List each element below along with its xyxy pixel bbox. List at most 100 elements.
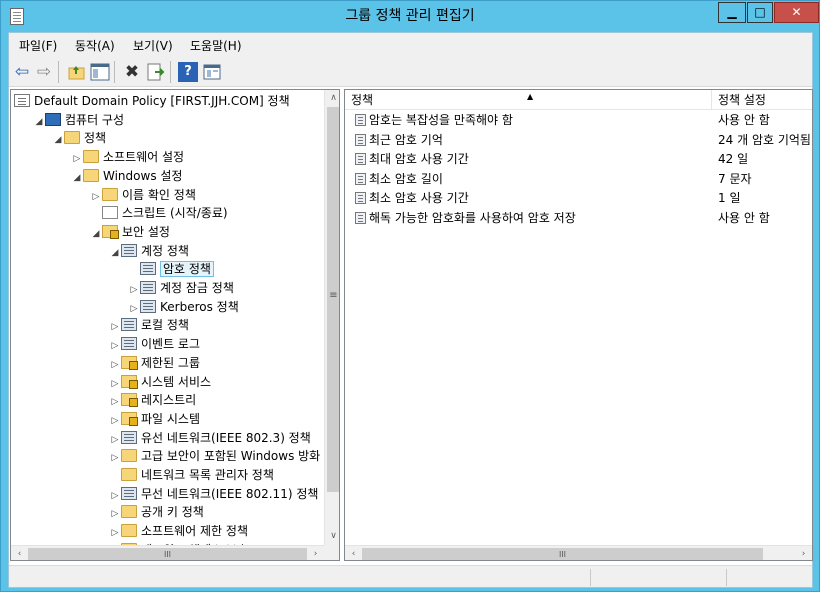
tree-node[interactable]: ▷ 유선 네트워크(IEEE 802.3) 정책: [109, 429, 311, 447]
list-horizontal-scroll-thumb[interactable]: III: [362, 548, 763, 560]
list-row[interactable]: 최근 암호 기억 24 개 암호 기억됨: [345, 131, 812, 150]
help-icon[interactable]: ?: [178, 62, 198, 82]
tree-node-label[interactable]: 컴퓨터 구성: [65, 113, 124, 127]
expand-arrow-icon[interactable]: ▷: [71, 150, 83, 168]
scroll-up-button[interactable]: ∧: [325, 90, 339, 107]
forward-arrow-icon[interactable]: ⇨: [34, 62, 54, 82]
scroll-left-button[interactable]: ‹: [11, 546, 28, 560]
column-header-setting[interactable]: 정책 설정: [712, 90, 812, 110]
expand-arrow-icon[interactable]: ▷: [109, 505, 121, 523]
tree-node-label[interactable]: 이름 확인 정책: [122, 188, 196, 202]
tree-node-label[interactable]: 계정 잠금 정책: [160, 281, 234, 295]
menu-file[interactable]: 파일(F): [19, 37, 57, 54]
collapse-arrow-icon[interactable]: ◢: [33, 113, 45, 131]
collapse-arrow-icon[interactable]: ◢: [109, 244, 121, 262]
expand-arrow-icon[interactable]: ▷: [109, 524, 121, 542]
list-row[interactable]: 암호는 복잡성을 만족해야 함 사용 안 함: [345, 111, 812, 130]
tree-node[interactable]: ▷ 소프트웨어 제한 정책: [109, 522, 248, 540]
tree-node[interactable]: ▷ Kerberos 정책: [128, 298, 239, 316]
expand-arrow-icon[interactable]: ▷: [109, 412, 121, 430]
tree-vertical-scrollbar[interactable]: ∧ ≡ ∨: [324, 90, 339, 545]
tree-node[interactable]: ▷ 로컬 정책: [109, 316, 189, 334]
list-row[interactable]: 최소 암호 길이 7 문자: [345, 170, 812, 189]
up-folder-icon[interactable]: [67, 62, 87, 82]
tree-node-label[interactable]: 소프트웨어 설정: [103, 150, 184, 164]
tree-node[interactable]: ◢ 계정 정책: [109, 242, 189, 260]
tree-node-label[interactable]: 소프트웨어 제한 정책: [141, 524, 248, 538]
tree-node-label[interactable]: 유선 네트워크(IEEE 802.3) 정책: [141, 431, 311, 445]
export-list-icon[interactable]: [146, 62, 166, 82]
title-bar[interactable]: 그룹 정책 관리 편집기 ▁ □ ✕: [1, 1, 819, 32]
minimize-button[interactable]: ▁: [718, 2, 746, 23]
tree-horizontal-scroll-thumb[interactable]: III: [28, 548, 307, 560]
back-arrow-icon[interactable]: ⇦: [12, 62, 32, 82]
expand-arrow-icon[interactable]: ▷: [109, 375, 121, 393]
menu-view[interactable]: 보기(V): [133, 37, 173, 54]
menu-help[interactable]: 도움말(H): [190, 37, 242, 54]
tree-node-label[interactable]: 레지스트리: [141, 393, 196, 407]
tree-node[interactable]: ▷ 레지스트리: [109, 391, 196, 409]
tree-node-label[interactable]: 네트워크 목록 관리자 정책: [141, 468, 274, 482]
scroll-down-button[interactable]: ∨: [325, 528, 339, 545]
expand-arrow-icon[interactable]: ▷: [128, 281, 140, 299]
tree-node-label[interactable]: 시스템 서비스: [141, 375, 211, 389]
tree-node[interactable]: ▷ 이름 확인 정책: [90, 186, 196, 204]
tree-node[interactable]: ◢ 정책: [52, 129, 106, 147]
tree-node[interactable]: ◢ 컴퓨터 구성: [33, 111, 124, 129]
scroll-right-button[interactable]: ›: [307, 546, 324, 560]
tree-node-label[interactable]: 고급 보안이 포함된 Windows 방화: [141, 449, 320, 463]
tree-node[interactable]: ▷ 소프트웨어 설정: [71, 148, 184, 166]
scroll-right-button[interactable]: ›: [795, 546, 812, 560]
expand-arrow-icon[interactable]: ▷: [109, 431, 121, 449]
expand-arrow-icon[interactable]: ▷: [109, 337, 121, 355]
properties-view-icon[interactable]: [202, 62, 222, 82]
scroll-left-button[interactable]: ‹: [345, 546, 362, 560]
show-hide-tree-icon[interactable]: [90, 62, 110, 82]
list-row[interactable]: 최대 암호 사용 기간 42 일: [345, 150, 812, 169]
tree-node[interactable]: 스크립트 (시작/종료): [90, 204, 228, 222]
tree-node[interactable]: ▷ 시스템 서비스: [109, 373, 211, 391]
tree-node-label[interactable]: 로컬 정책: [141, 318, 189, 332]
tree-node-label[interactable]: 스크립트 (시작/종료): [122, 206, 228, 220]
tree-horizontal-scrollbar[interactable]: ‹ III ›: [11, 545, 324, 560]
tree-node[interactable]: ▷ 파일 시스템: [109, 410, 200, 428]
tree-node-label[interactable]: 제한된 그룹: [141, 356, 200, 370]
expand-arrow-icon[interactable]: ▷: [109, 449, 121, 467]
tree-node[interactable]: 네트워크 목록 관리자 정책: [109, 466, 274, 484]
tree-node[interactable]: ▷ 이벤트 로그: [109, 335, 200, 353]
tree-node[interactable]: ▷ 고급 보안이 포함된 Windows 방화: [109, 447, 320, 465]
expand-arrow-icon[interactable]: ▷: [109, 356, 121, 374]
tree-node[interactable]: ▷ 무선 네트워크(IEEE 802.11) 정책: [109, 485, 318, 503]
tree-node-label[interactable]: 암호 정책: [160, 261, 214, 278]
maximize-button[interactable]: □: [747, 2, 773, 23]
collapse-arrow-icon[interactable]: ◢: [90, 225, 102, 243]
tree-node-label[interactable]: 무선 네트워크(IEEE 802.11) 정책: [141, 487, 318, 501]
tree-node[interactable]: ▷ 공개 키 정책: [109, 503, 204, 521]
list-row[interactable]: 최소 암호 사용 기간 1 일: [345, 189, 812, 208]
tree-pane[interactable]: Default Domain Policy [FIRST.JJH.COM] 정책…: [10, 89, 340, 561]
menu-action[interactable]: 동작(A): [75, 37, 115, 54]
tree-node-label[interactable]: Windows 설정: [103, 169, 182, 183]
list-horizontal-scrollbar[interactable]: ‹ III ›: [345, 545, 812, 560]
tree-node[interactable]: ◢ 보안 설정: [90, 223, 170, 241]
tree-node[interactable]: ▷ 계정 잠금 정책: [128, 279, 234, 297]
list-row[interactable]: 해독 가능한 암호화를 사용하여 암호 저장 사용 안 함: [345, 209, 812, 228]
console-tree[interactable]: Default Domain Policy [FIRST.JJH.COM] 정책…: [11, 90, 324, 545]
expand-arrow-icon[interactable]: ▷: [90, 188, 102, 206]
expand-arrow-icon[interactable]: ▷: [128, 300, 140, 318]
tree-node[interactable]: Default Domain Policy [FIRST.JJH.COM] 정책: [14, 92, 290, 110]
collapse-arrow-icon[interactable]: ◢: [52, 131, 64, 149]
tree-node-label[interactable]: 계정 정책: [141, 244, 189, 258]
tree-vertical-scroll-thumb[interactable]: ≡: [327, 107, 339, 492]
details-pane[interactable]: 정책 ▲ 정책 설정 암호는 복잡성을 만족해야 함 사용 안 함 최근 암호 기억…: [344, 89, 813, 561]
tree-node-label[interactable]: 공개 키 정책: [141, 505, 204, 519]
close-button[interactable]: ✕: [774, 2, 819, 23]
tree-node-label[interactable]: Default Domain Policy [FIRST.JJH.COM] 정책: [34, 94, 290, 108]
tree-node[interactable]: ▷ 제한된 그룹: [109, 354, 200, 372]
collapse-arrow-icon[interactable]: ◢: [71, 169, 83, 187]
delete-icon[interactable]: ✖: [122, 62, 142, 82]
expand-arrow-icon[interactable]: ▷: [109, 318, 121, 336]
tree-node-label[interactable]: 정책: [84, 131, 106, 145]
tree-node-label[interactable]: Kerberos 정책: [160, 300, 239, 314]
tree-node[interactable]: ◢ Windows 설정: [71, 167, 182, 185]
